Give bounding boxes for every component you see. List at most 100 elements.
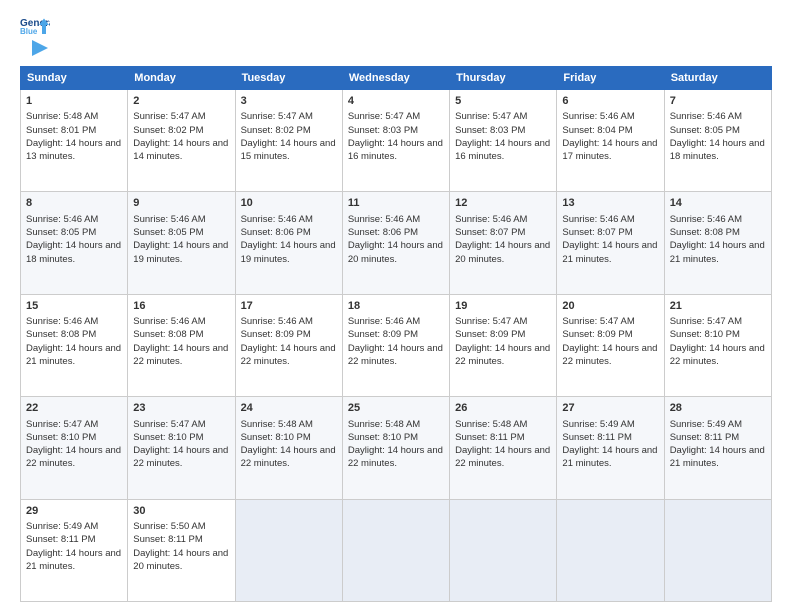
- sunset-label: Sunset: 8:11 PM: [26, 534, 96, 545]
- sunrise-label: Sunrise: 5:46 AM: [348, 214, 420, 225]
- daylight-label: Daylight: 14 hours and 21 minutes.: [562, 445, 657, 469]
- daylight-label: Daylight: 14 hours and 18 minutes.: [670, 138, 765, 162]
- daylight-label: Daylight: 14 hours and 22 minutes.: [133, 445, 228, 469]
- week-row-3: 15 Sunrise: 5:46 AM Sunset: 8:08 PM Dayl…: [21, 294, 772, 396]
- day-cell: 7 Sunrise: 5:46 AM Sunset: 8:05 PM Dayli…: [664, 90, 771, 192]
- header-day-thursday: Thursday: [450, 67, 557, 90]
- calendar-header: SundayMondayTuesdayWednesdayThursdayFrid…: [21, 67, 772, 90]
- daylight-label: Daylight: 14 hours and 21 minutes.: [26, 343, 121, 367]
- sunrise-label: Sunrise: 5:49 AM: [562, 419, 634, 430]
- logo-svg: General Blue: [20, 16, 50, 36]
- sunset-label: Sunset: 8:02 PM: [241, 125, 311, 136]
- day-number: 17: [241, 299, 337, 314]
- sunset-label: Sunset: 8:04 PM: [562, 125, 632, 136]
- day-number: 20: [562, 299, 658, 314]
- day-number: 16: [133, 299, 229, 314]
- sunset-label: Sunset: 8:07 PM: [455, 227, 525, 238]
- sunrise-label: Sunrise: 5:50 AM: [133, 521, 205, 532]
- week-row-2: 8 Sunrise: 5:46 AM Sunset: 8:05 PM Dayli…: [21, 192, 772, 294]
- daylight-label: Daylight: 14 hours and 22 minutes.: [348, 445, 443, 469]
- daylight-label: Daylight: 14 hours and 22 minutes.: [348, 343, 443, 367]
- sunset-label: Sunset: 8:11 PM: [133, 534, 203, 545]
- sunset-label: Sunset: 8:05 PM: [26, 227, 96, 238]
- sunrise-label: Sunrise: 5:47 AM: [133, 111, 205, 122]
- daylight-label: Daylight: 14 hours and 13 minutes.: [26, 138, 121, 162]
- sunrise-label: Sunrise: 5:47 AM: [670, 316, 742, 327]
- day-number: 13: [562, 196, 658, 211]
- day-number: 2: [133, 94, 229, 109]
- sunset-label: Sunset: 8:09 PM: [562, 329, 632, 340]
- day-cell: 17 Sunrise: 5:46 AM Sunset: 8:09 PM Dayl…: [235, 294, 342, 396]
- sunset-label: Sunset: 8:09 PM: [348, 329, 418, 340]
- day-cell: 28 Sunrise: 5:49 AM Sunset: 8:11 PM Dayl…: [664, 397, 771, 499]
- sunrise-label: Sunrise: 5:48 AM: [348, 419, 420, 430]
- sunrise-label: Sunrise: 5:47 AM: [562, 316, 634, 327]
- day-number: 28: [670, 401, 766, 416]
- logo: General Blue: [20, 16, 52, 58]
- day-cell: 3 Sunrise: 5:47 AM Sunset: 8:02 PM Dayli…: [235, 90, 342, 192]
- sunset-label: Sunset: 8:05 PM: [670, 125, 740, 136]
- day-cell: 16 Sunrise: 5:46 AM Sunset: 8:08 PM Dayl…: [128, 294, 235, 396]
- sunrise-label: Sunrise: 5:46 AM: [241, 316, 313, 327]
- day-number: 5: [455, 94, 551, 109]
- header-day-tuesday: Tuesday: [235, 67, 342, 90]
- day-cell: 20 Sunrise: 5:47 AM Sunset: 8:09 PM Dayl…: [557, 294, 664, 396]
- day-cell: [557, 499, 664, 601]
- sunrise-label: Sunrise: 5:49 AM: [26, 521, 98, 532]
- sunset-label: Sunset: 8:05 PM: [133, 227, 203, 238]
- week-row-1: 1 Sunrise: 5:48 AM Sunset: 8:01 PM Dayli…: [21, 90, 772, 192]
- day-number: 27: [562, 401, 658, 416]
- day-cell: 2 Sunrise: 5:47 AM Sunset: 8:02 PM Dayli…: [128, 90, 235, 192]
- week-row-4: 22 Sunrise: 5:47 AM Sunset: 8:10 PM Dayl…: [21, 397, 772, 499]
- sunrise-label: Sunrise: 5:47 AM: [26, 419, 98, 430]
- day-cell: 11 Sunrise: 5:46 AM Sunset: 8:06 PM Dayl…: [342, 192, 449, 294]
- header-day-sunday: Sunday: [21, 67, 128, 90]
- daylight-label: Daylight: 14 hours and 20 minutes.: [348, 240, 443, 264]
- sunrise-label: Sunrise: 5:46 AM: [670, 111, 742, 122]
- day-cell: 5 Sunrise: 5:47 AM Sunset: 8:03 PM Dayli…: [450, 90, 557, 192]
- day-cell: 24 Sunrise: 5:48 AM Sunset: 8:10 PM Dayl…: [235, 397, 342, 499]
- day-cell: 30 Sunrise: 5:50 AM Sunset: 8:11 PM Dayl…: [128, 499, 235, 601]
- day-cell: 12 Sunrise: 5:46 AM Sunset: 8:07 PM Dayl…: [450, 192, 557, 294]
- daylight-label: Daylight: 14 hours and 19 minutes.: [133, 240, 228, 264]
- daylight-label: Daylight: 14 hours and 15 minutes.: [241, 138, 336, 162]
- sunrise-label: Sunrise: 5:46 AM: [133, 214, 205, 225]
- day-number: 29: [26, 504, 122, 519]
- day-cell: 9 Sunrise: 5:46 AM Sunset: 8:05 PM Dayli…: [128, 192, 235, 294]
- day-number: 14: [670, 196, 766, 211]
- day-cell: [342, 499, 449, 601]
- sunset-label: Sunset: 8:09 PM: [241, 329, 311, 340]
- day-cell: 19 Sunrise: 5:47 AM Sunset: 8:09 PM Dayl…: [450, 294, 557, 396]
- day-number: 19: [455, 299, 551, 314]
- sunset-label: Sunset: 8:08 PM: [26, 329, 96, 340]
- day-cell: 23 Sunrise: 5:47 AM Sunset: 8:10 PM Dayl…: [128, 397, 235, 499]
- daylight-label: Daylight: 14 hours and 17 minutes.: [562, 138, 657, 162]
- sunrise-label: Sunrise: 5:47 AM: [455, 111, 527, 122]
- day-number: 18: [348, 299, 444, 314]
- header-day-friday: Friday: [557, 67, 664, 90]
- daylight-label: Daylight: 14 hours and 16 minutes.: [455, 138, 550, 162]
- daylight-label: Daylight: 14 hours and 16 minutes.: [348, 138, 443, 162]
- sunset-label: Sunset: 8:02 PM: [133, 125, 203, 136]
- header-row: SundayMondayTuesdayWednesdayThursdayFrid…: [21, 67, 772, 90]
- sunrise-label: Sunrise: 5:46 AM: [562, 214, 634, 225]
- sunrise-label: Sunrise: 5:47 AM: [133, 419, 205, 430]
- day-cell: 25 Sunrise: 5:48 AM Sunset: 8:10 PM Dayl…: [342, 397, 449, 499]
- sunrise-label: Sunrise: 5:46 AM: [455, 214, 527, 225]
- sunrise-label: Sunrise: 5:48 AM: [455, 419, 527, 430]
- daylight-label: Daylight: 14 hours and 21 minutes.: [26, 548, 121, 572]
- sunset-label: Sunset: 8:03 PM: [455, 125, 525, 136]
- sunrise-label: Sunrise: 5:46 AM: [241, 214, 313, 225]
- day-cell: [664, 499, 771, 601]
- daylight-label: Daylight: 14 hours and 18 minutes.: [26, 240, 121, 264]
- day-number: 1: [26, 94, 122, 109]
- sunset-label: Sunset: 8:01 PM: [26, 125, 96, 136]
- day-number: 26: [455, 401, 551, 416]
- day-cell: 21 Sunrise: 5:47 AM Sunset: 8:10 PM Dayl…: [664, 294, 771, 396]
- day-number: 3: [241, 94, 337, 109]
- sunrise-label: Sunrise: 5:46 AM: [26, 214, 98, 225]
- day-cell: 6 Sunrise: 5:46 AM Sunset: 8:04 PM Dayli…: [557, 90, 664, 192]
- day-number: 9: [133, 196, 229, 211]
- day-number: 22: [26, 401, 122, 416]
- daylight-label: Daylight: 14 hours and 21 minutes.: [670, 240, 765, 264]
